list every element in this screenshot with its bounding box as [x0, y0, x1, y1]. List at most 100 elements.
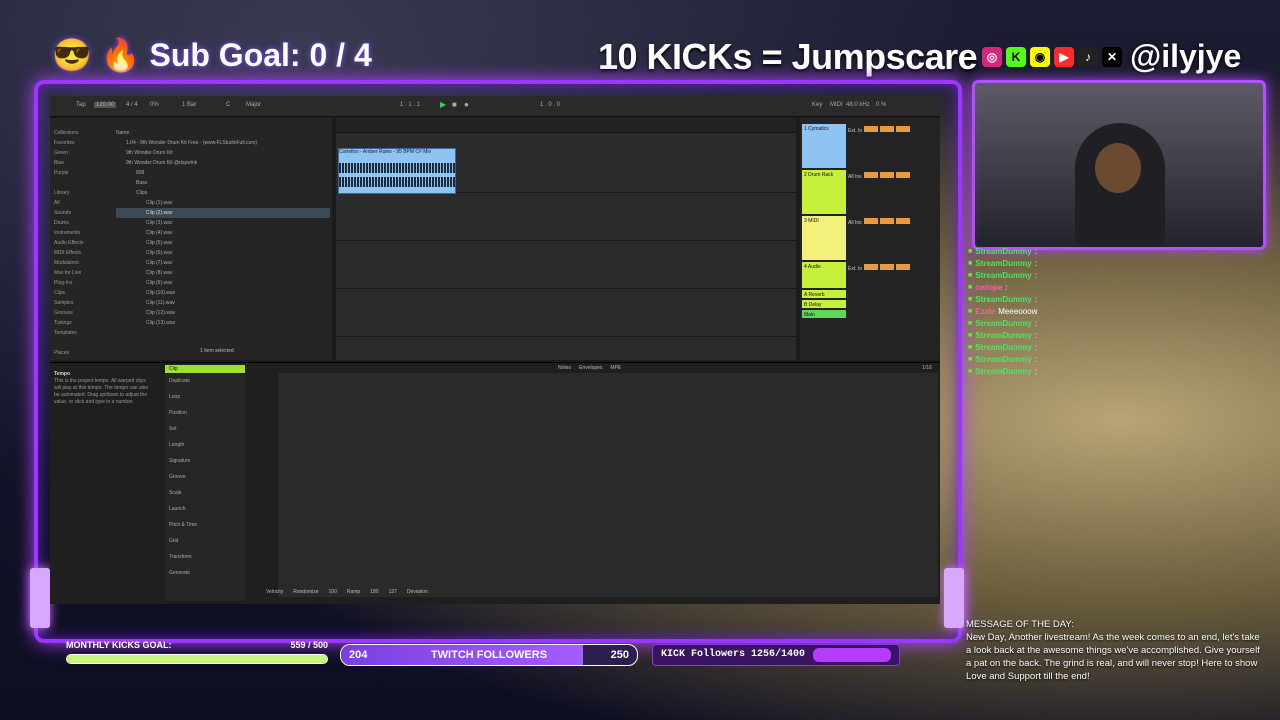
file-item[interactable]: Clip (3).wav [116, 218, 330, 228]
play-icon[interactable]: ▶ [440, 100, 446, 109]
clip-property[interactable]: Signature [165, 453, 245, 469]
chat-username[interactable]: StreamDummy [975, 354, 1031, 366]
file-item[interactable]: Clip (5).wav [116, 238, 330, 248]
tempo-field[interactable]: 120.00 [94, 102, 117, 108]
chat-username[interactable]: StreamDummy [975, 270, 1031, 282]
mixer-button[interactable] [896, 264, 911, 270]
file-item[interactable]: Clip (1).wav [116, 198, 330, 208]
track-header[interactable]: 1 Cymatics [802, 124, 846, 168]
velocity-control[interactable]: Ramp [347, 589, 360, 595]
track-header[interactable]: 4 Audio [802, 262, 846, 288]
track-header[interactable]: A Reverb [802, 290, 846, 298]
file-item[interactable]: Clips [116, 188, 330, 198]
file-item[interactable]: 9th Wonder Drum Kit [116, 148, 330, 158]
loop-start-field[interactable]: 1 . 0 . 0 [540, 102, 560, 108]
signature-field[interactable]: 4 / 4 [126, 102, 138, 108]
file-item[interactable]: Clip (4).wav [116, 228, 330, 238]
clip-property[interactable]: Loop [165, 389, 245, 405]
velocity-control[interactable]: Velocity [266, 589, 283, 595]
midi-note-editor[interactable]: Notes Envelopes MPE 1/16 Velocity Randomize… [266, 365, 938, 597]
library-drums[interactable]: Drums [54, 218, 110, 228]
clip-property[interactable]: Generate [165, 565, 245, 581]
editor-tab[interactable]: MPE [610, 365, 621, 371]
swing-field[interactable]: 0% [150, 102, 159, 108]
file-item[interactable]: 808 [116, 168, 330, 178]
library-grooves[interactable]: Grooves [54, 308, 110, 318]
clip-property[interactable]: Transform [165, 549, 245, 565]
chat-username[interactable]: StreamDummy [975, 342, 1031, 354]
file-item[interactable]: Clip (9).wav [116, 278, 330, 288]
library-clips[interactable]: Clips [54, 288, 110, 298]
input-type[interactable]: All Ins [848, 220, 862, 226]
file-item[interactable]: Clip (12).wav [116, 308, 330, 318]
file-item[interactable]: Clip (2).wav [116, 208, 330, 218]
scale-select[interactable]: Major [246, 102, 261, 108]
clip-property[interactable]: Groove [165, 469, 245, 485]
grid-value[interactable]: 1/16 [922, 365, 932, 371]
clip-property[interactable]: Launch [165, 501, 245, 517]
mixer-button[interactable] [879, 218, 894, 224]
file-item[interactable]: Bass [116, 178, 330, 188]
clip-property[interactable]: Clip [165, 365, 245, 373]
editor-tab[interactable]: Envelopes [579, 365, 602, 371]
library-audio-effects[interactable]: Audio Effects [54, 238, 110, 248]
library-samples[interactable]: Samples [54, 298, 110, 308]
file-item[interactable]: 1.04 - 9th Wonder Drum Kit Free - (www.F… [116, 138, 330, 148]
clip-property[interactable]: Position [165, 405, 245, 421]
track-header[interactable]: Main [802, 310, 846, 318]
track-lane-4[interactable] [336, 290, 796, 337]
record-icon[interactable]: ● [464, 100, 469, 109]
chat-username[interactable]: StreamDummy [975, 246, 1031, 258]
file-item[interactable]: 9th Wonder Drum Kit @daywink [116, 158, 330, 168]
quantize-menu[interactable]: 1 Bar [182, 102, 196, 108]
clip-property[interactable]: Scale [165, 485, 245, 501]
mixer-button[interactable] [863, 218, 878, 224]
collection-favorites[interactable]: Favorites [54, 138, 110, 148]
chat-username[interactable]: StreamDummy [975, 258, 1031, 270]
track-lane-2[interactable] [336, 194, 796, 241]
chat-username[interactable]: StreamDummy [975, 366, 1031, 378]
file-item[interactable]: Clip (11).wav [116, 298, 330, 308]
mixer-button[interactable] [880, 264, 895, 270]
key-select[interactable]: C [226, 102, 230, 108]
track-io-controls[interactable]: Ext. In [848, 264, 936, 272]
chat-username[interactable]: StreamDummy [975, 330, 1031, 342]
velocity-control[interactable]: Deviation [407, 589, 428, 595]
velocity-control[interactable]: Randomize [293, 589, 318, 595]
timeline-ruler[interactable] [336, 118, 796, 133]
editor-tab[interactable]: Notes [558, 365, 571, 371]
collection-blue[interactable]: Blue [54, 158, 110, 168]
track-header[interactable]: 3 MIDI [802, 216, 846, 260]
chat-username[interactable]: Ezzle [975, 306, 995, 318]
stop-icon[interactable]: ■ [452, 100, 457, 109]
velocity-control[interactable]: 180 [370, 589, 378, 595]
library-instruments[interactable]: Instruments [54, 228, 110, 238]
clip-property[interactable]: Pitch & Time [165, 517, 245, 533]
chat-username[interactable]: StreamDummy [975, 318, 1031, 330]
clip-property[interactable]: Set [165, 421, 245, 437]
mixer-button[interactable] [880, 126, 895, 132]
library-modulators[interactable]: Modulators [54, 258, 110, 268]
file-item[interactable]: Clip (7).wav [116, 258, 330, 268]
input-type[interactable]: Ext. In [848, 266, 862, 272]
library-sounds[interactable]: Sounds [54, 208, 110, 218]
chat-username[interactable]: StreamDummy [975, 294, 1031, 306]
library-midi-effects[interactable]: MIDI Effects [54, 248, 110, 258]
track-header[interactable]: 2 Drum Rack [802, 170, 846, 214]
library-all[interactable]: All [54, 198, 110, 208]
key-map-button[interactable]: Key [812, 102, 822, 108]
track-io-controls[interactable]: All Ins [848, 218, 936, 226]
midi-map-button[interactable]: MIDI [830, 102, 843, 108]
collection-green[interactable]: Green [54, 148, 110, 158]
track-lane-3[interactable] [336, 242, 796, 289]
mixer-button[interactable] [864, 264, 879, 270]
library-templates[interactable]: Templates [54, 328, 110, 338]
file-item[interactable]: Clip (13).wav [116, 318, 330, 328]
chat-username[interactable]: cwlope [975, 282, 1002, 294]
velocity-control[interactable]: 100 [329, 589, 337, 595]
collection-purple[interactable]: Purple [54, 168, 110, 178]
position-field[interactable]: 1 . 1 . 1 [400, 102, 420, 108]
track-io-controls[interactable]: Ext. In [848, 126, 936, 134]
library-plugins[interactable]: Plug-Ins [54, 278, 110, 288]
library-max-for-live[interactable]: Max for Live [54, 268, 110, 278]
